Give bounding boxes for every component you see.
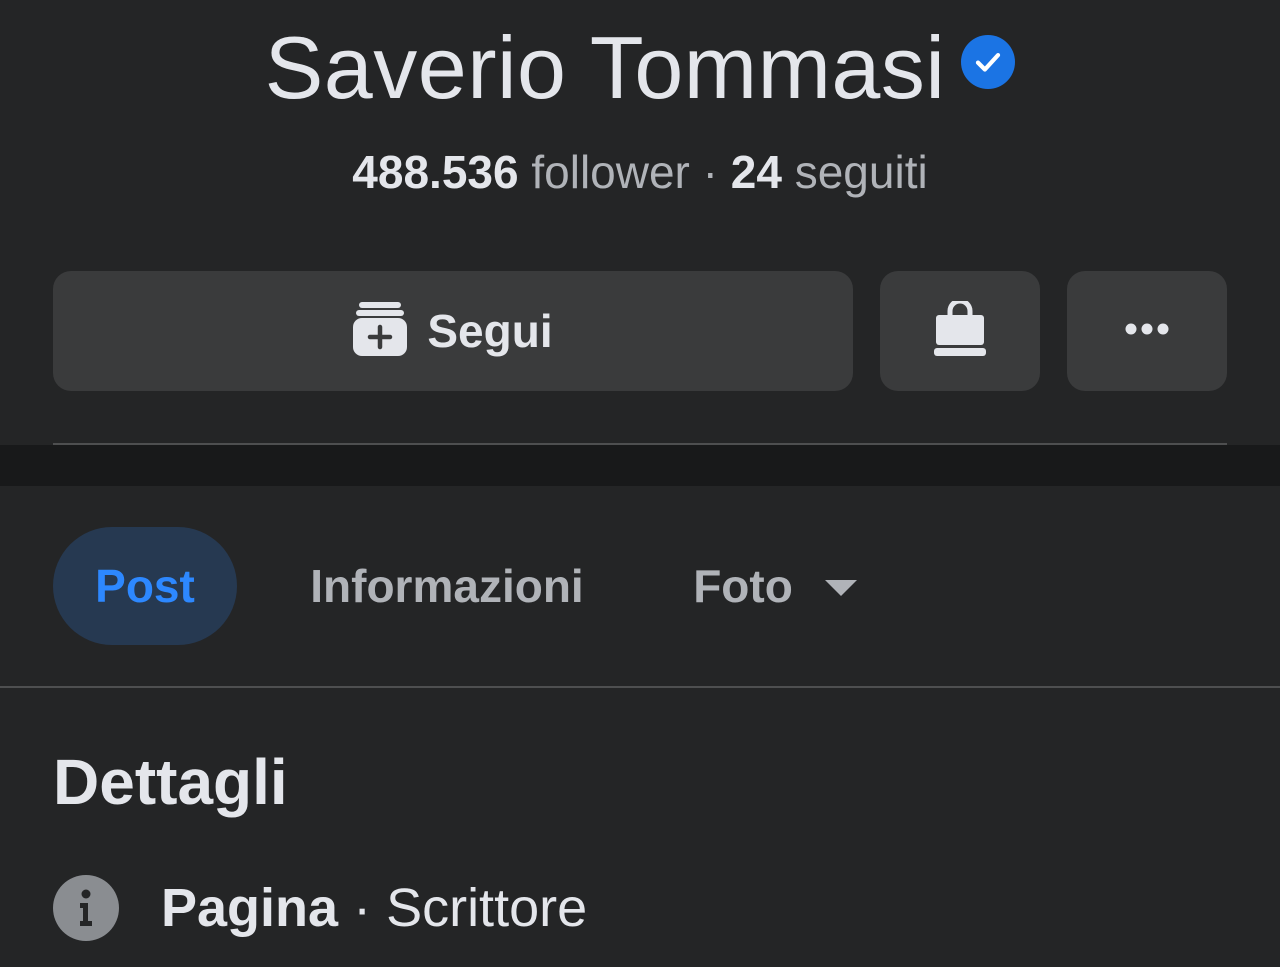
profile-name: Saverio Tommasi bbox=[264, 18, 946, 117]
section-separator bbox=[0, 445, 1280, 486]
followers-count[interactable]: 488.536 bbox=[352, 146, 518, 198]
category-separator: · bbox=[338, 878, 387, 938]
profile-page: Saverio Tommasi 488.536 follower · 24 se… bbox=[0, 0, 1280, 967]
tab-foto[interactable]: Foto bbox=[670, 527, 880, 645]
category-row: Pagina · Scrittore bbox=[53, 875, 587, 941]
tab-post[interactable]: Post bbox=[53, 527, 237, 645]
caret-down-icon bbox=[824, 580, 857, 596]
info-icon bbox=[53, 875, 119, 941]
verified-badge-icon bbox=[961, 35, 1016, 89]
follow-label: Segui bbox=[427, 305, 553, 357]
following-count[interactable]: 24 bbox=[731, 146, 782, 198]
followers-label[interactable]: follower bbox=[531, 146, 690, 198]
tabs-divider bbox=[0, 686, 1280, 688]
more-options-button[interactable] bbox=[1067, 271, 1227, 391]
follow-button[interactable]: Segui bbox=[53, 271, 853, 391]
following-label[interactable]: seguiti bbox=[795, 146, 928, 198]
follow-icon bbox=[353, 301, 408, 361]
shopping-bag-icon bbox=[934, 298, 986, 362]
category-text: Pagina · Scrittore bbox=[161, 877, 587, 939]
tab-foto-label: Foto bbox=[693, 560, 793, 612]
profile-stats: 488.536 follower · 24 seguiti bbox=[0, 145, 1280, 199]
category-value: Scrittore bbox=[386, 878, 588, 938]
stats-separator: · bbox=[702, 146, 718, 198]
shop-button[interactable] bbox=[880, 271, 1040, 391]
category-prefix: Pagina bbox=[161, 878, 339, 938]
details-heading: Dettagli bbox=[53, 746, 288, 818]
tab-informazioni[interactable]: Informazioni bbox=[287, 527, 607, 645]
profile-header: Saverio Tommasi bbox=[0, 18, 1280, 118]
more-dots-icon bbox=[1124, 322, 1170, 341]
